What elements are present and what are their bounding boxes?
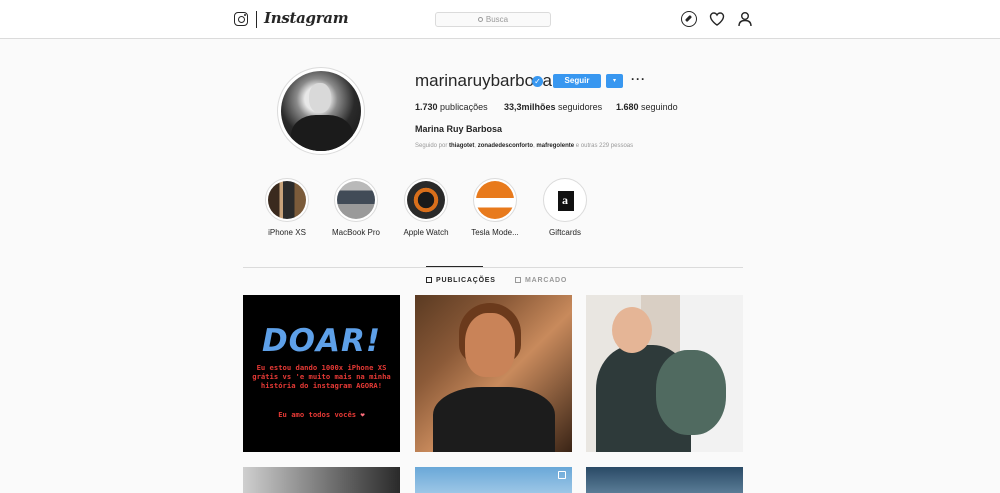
follower-link[interactable]: zonadedesconforto xyxy=(478,143,533,149)
tab-posts-label: PUBLICAÇÕES xyxy=(436,277,496,284)
tab-tagged-label: MARCADO xyxy=(525,277,568,284)
post-footer-label: Eu amo todos vocês xyxy=(278,410,357,419)
highlight-cover-image xyxy=(407,181,445,219)
profile-user-icon[interactable] xyxy=(737,11,753,27)
post-tile[interactable] xyxy=(586,295,743,452)
highlight-cover-image xyxy=(476,181,514,219)
highlight-ring xyxy=(334,178,378,222)
highlight-label: Giftcards xyxy=(548,228,581,237)
highlight-cover-image xyxy=(337,181,375,219)
highlight-label: Apple Watch xyxy=(403,228,449,237)
highlight-tesla[interactable]: Tesla Mode... xyxy=(460,178,530,237)
following-count[interactable]: 1.680 seguindo xyxy=(616,102,678,112)
search-input[interactable]: Busca xyxy=(435,12,551,27)
more-options-icon[interactable]: ··· xyxy=(631,72,646,86)
photo-subject xyxy=(612,307,652,353)
top-navigation-bar: Instagram Busca xyxy=(0,0,1000,39)
post-body-text: Eu estou dando 1000x iPhone XS grátis vs… xyxy=(252,363,391,390)
highlight-ring xyxy=(543,178,587,222)
highlight-macbook-pro[interactable]: MacBook Pro xyxy=(321,178,391,237)
followed-by-suffix: e outras 229 pessoas xyxy=(575,143,634,149)
post-tile[interactable]: DOAR! Eu estou dando 1000x iPhone XS grá… xyxy=(243,295,400,452)
post-tile[interactable] xyxy=(415,295,572,452)
tabs-divider xyxy=(243,267,743,268)
photo-subject xyxy=(656,350,726,435)
posts-count: 1.730 publicações xyxy=(415,102,488,112)
instagram-camera-icon[interactable] xyxy=(234,12,248,26)
search-icon xyxy=(477,17,483,22)
highlight-cover-image xyxy=(268,181,306,219)
tab-tagged[interactable]: MARCADO xyxy=(515,277,567,284)
highlight-iphone-xs[interactable]: iPhone XS xyxy=(252,178,322,237)
posts-count-label: publicações xyxy=(440,102,488,112)
highlight-ring xyxy=(265,178,309,222)
highlight-label: Tesla Mode... xyxy=(471,228,519,237)
highlight-giftcards[interactable]: Giftcards xyxy=(530,178,600,237)
follower-link[interactable]: mafregolente xyxy=(536,143,574,149)
followed-by-line: Seguido por thiagotet, zonadedesconforto… xyxy=(415,143,634,149)
follow-button[interactable]: Seguir xyxy=(553,74,601,88)
instagram-wordmark[interactable]: Instagram xyxy=(264,9,349,27)
follower-link[interactable]: thiagotet xyxy=(449,143,474,149)
post-footer-text: Eu amo todos vocês ❤ xyxy=(243,410,400,419)
active-tab-indicator xyxy=(426,266,483,267)
posts-count-value: 1.730 xyxy=(415,102,438,112)
highlight-ring xyxy=(404,178,448,222)
suggestions-dropdown-button[interactable]: ▾ xyxy=(606,74,623,88)
activity-heart-icon[interactable] xyxy=(709,11,725,27)
tagged-icon xyxy=(515,277,521,283)
highlight-label: MacBook Pro xyxy=(331,228,381,237)
multiple-photos-icon xyxy=(558,471,566,479)
followers-count-label: seguidores xyxy=(558,102,603,112)
explore-compass-icon[interactable] xyxy=(681,11,697,27)
post-headline: DOAR! xyxy=(261,323,382,359)
logo-divider xyxy=(256,11,257,28)
profile-avatar[interactable] xyxy=(281,71,361,151)
post-tile[interactable] xyxy=(415,467,572,493)
post-tile[interactable] xyxy=(243,467,400,493)
verified-badge-icon: ✓ xyxy=(532,76,543,87)
heart-emoji-icon: ❤ xyxy=(360,410,365,419)
tab-posts[interactable]: PUBLICAÇÕES xyxy=(426,277,496,284)
highlight-label: iPhone XS xyxy=(268,228,306,237)
grid-icon xyxy=(426,277,432,283)
highlight-ring xyxy=(473,178,517,222)
followers-count[interactable]: 33,3milhões seguidores xyxy=(504,102,602,112)
following-count-label: seguindo xyxy=(641,102,678,112)
followed-by-prefix: Seguido por xyxy=(415,143,448,149)
post-tile[interactable] xyxy=(586,467,743,493)
profile-full-name: Marina Ruy Barbosa xyxy=(415,124,503,134)
following-count-value: 1.680 xyxy=(616,102,639,112)
photo-subject xyxy=(433,387,555,452)
photo-subject xyxy=(465,313,515,377)
highlight-apple-watch[interactable]: Apple Watch xyxy=(391,178,461,237)
search-placeholder: Busca xyxy=(485,15,509,24)
followers-count-value: 33,3milhões xyxy=(504,102,556,112)
highlight-cover-image xyxy=(546,181,584,219)
